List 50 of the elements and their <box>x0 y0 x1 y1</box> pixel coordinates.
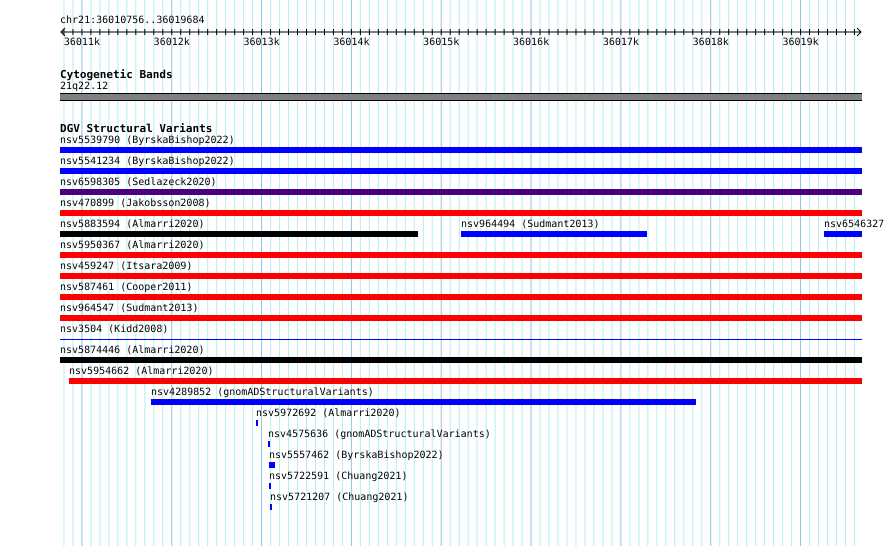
variant-bar[interactable] <box>60 357 862 363</box>
ruler-tick-label: 36014k <box>333 37 370 49</box>
track-title: DGV Structural Variants <box>60 122 214 135</box>
variant-label: nsv587461 (Cooper2011) <box>60 282 192 294</box>
variant-line[interactable] <box>60 339 862 340</box>
variant-bar[interactable] <box>60 294 862 300</box>
variant-bar[interactable] <box>69 378 862 384</box>
variant-bar[interactable] <box>60 147 862 153</box>
variant-bar[interactable] <box>60 189 862 195</box>
variant-label: nsv5539790 (ByrskaBishop2022) <box>60 135 235 147</box>
cytoband-bar[interactable] <box>60 93 862 101</box>
ruler-tick-label: 36019k <box>782 37 819 49</box>
variant-label: nsv5954662 (Almarri2020) <box>69 366 214 378</box>
variant-bar[interactable] <box>60 168 862 174</box>
variant-bar[interactable] <box>151 399 696 405</box>
ruler-tick-label: 36011k <box>64 37 100 49</box>
track-title: Cytogenetic Bands <box>60 68 174 81</box>
variant-label: nsv5950367 (Almarri2020) <box>60 240 204 252</box>
variant-bar[interactable] <box>269 462 275 468</box>
variant-bar[interactable] <box>60 273 862 279</box>
variant-label: nsv5972692 (Almarri2020) <box>256 408 400 420</box>
variant-label: nsv964547 (Sudmant2013) <box>60 303 198 315</box>
ruler-tick-label: 36012k <box>154 37 190 49</box>
variant-label: nsv4575636 (gnomADStructuralVariants) <box>268 429 491 441</box>
variant-bar[interactable] <box>824 231 862 237</box>
variant-label: nsv3504 (Kidd2008) <box>60 324 168 336</box>
variant-label: nsv470899 (Jakobsson2008) <box>60 198 211 210</box>
band-label: 21q22.12 <box>60 81 110 93</box>
variant-label: nsv5883594 (Almarri2020) <box>60 219 204 231</box>
ruler-tick-label: 36018k <box>692 37 729 49</box>
variant-label: nsv6546327 <box>824 219 884 231</box>
variant-label: nsv5874446 (Almarri2020) <box>60 345 204 357</box>
ruler-tick-label: 36016k <box>513 37 550 49</box>
variant-bar[interactable] <box>60 210 862 216</box>
location-label: chr21:36010756..36019684 <box>60 15 206 27</box>
variant-label: nsv5541234 (ByrskaBishop2022) <box>60 156 235 168</box>
variant-bar[interactable] <box>60 231 418 237</box>
variant-label: nsv964494 (Sudmant2013) <box>461 219 600 231</box>
variant-bar[interactable] <box>461 231 647 237</box>
ruler-tick-label: 36015k <box>423 37 460 49</box>
ruler-tick-label: 36017k <box>602 37 639 49</box>
variant-label: nsv5721207 (Chuang2021) <box>270 492 408 504</box>
variant-label: nsv5722591 (Chuang2021) <box>269 471 408 483</box>
ruler-tick-label: 36013k <box>244 37 280 49</box>
variant-bar[interactable] <box>60 315 862 321</box>
variant-label: nsv6598305 (Sedlazeck2020) <box>60 177 217 189</box>
variant-label: nsv459247 (Itsara2009) <box>60 261 192 273</box>
variant-label: nsv4289852 (gnomADStructuralVariants) <box>151 387 374 399</box>
variant-bar[interactable] <box>60 252 862 258</box>
variant-label: nsv5557462 (ByrskaBishop2022) <box>269 450 444 462</box>
